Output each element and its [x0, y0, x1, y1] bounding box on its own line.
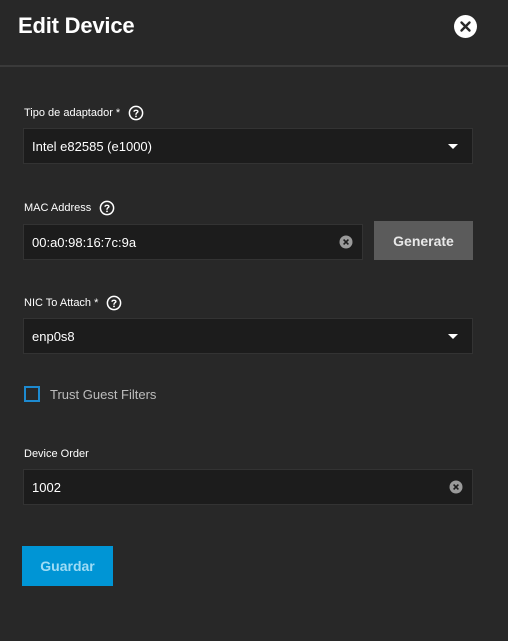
trust-guest-filters-checkbox[interactable]: [24, 386, 40, 402]
adapter-type-label-row: Tipo de adaptador *: [24, 104, 144, 122]
adapter-type-select[interactable]: Intel e82585 (e1000): [23, 128, 473, 164]
device-order-input[interactable]: 1002: [23, 469, 473, 505]
device-order-label: Device Order: [24, 448, 89, 460]
adapter-type-label: Tipo de adaptador: [24, 107, 113, 119]
edit-device-panel: Edit Device Tipo de adaptador * Intel e8…: [0, 0, 508, 641]
help-icon[interactable]: [128, 105, 144, 121]
nic-to-attach-label-row: NIC To Attach *: [24, 294, 122, 312]
nic-to-attach-select[interactable]: enp0s8: [23, 318, 473, 354]
mac-address-label: MAC Address: [24, 202, 92, 214]
caret-down-icon: [448, 334, 458, 339]
save-button[interactable]: Guardar: [22, 546, 113, 586]
mac-address-label-row: MAC Address: [24, 199, 115, 217]
clear-icon[interactable]: [449, 480, 463, 494]
mac-address-value: 00:a0:98:16:7c:9a: [32, 235, 137, 250]
device-order-label-row: Device Order: [24, 445, 89, 463]
close-button[interactable]: [454, 15, 477, 38]
generate-button[interactable]: Generate: [374, 221, 473, 260]
trust-guest-filters-row[interactable]: Trust Guest Filters: [24, 386, 156, 402]
close-icon: [460, 21, 471, 32]
nic-to-attach-label: NIC To Attach: [24, 297, 92, 309]
nic-to-attach-value: enp0s8: [32, 329, 75, 344]
help-icon[interactable]: [99, 200, 115, 216]
mac-address-input[interactable]: 00:a0:98:16:7c:9a: [23, 224, 363, 260]
trust-guest-filters-label: Trust Guest Filters: [50, 386, 157, 402]
required-mark: *: [115, 107, 121, 119]
caret-down-icon: [448, 144, 458, 149]
adapter-type-value: Intel e82585 (e1000): [32, 139, 152, 154]
clear-icon[interactable]: [339, 235, 353, 249]
required-mark: *: [94, 297, 99, 309]
device-order-value: 1002: [32, 480, 61, 495]
help-icon[interactable]: [106, 295, 122, 311]
page-title: Edit Device: [18, 13, 135, 38]
panel-header: Edit Device: [0, 0, 508, 67]
